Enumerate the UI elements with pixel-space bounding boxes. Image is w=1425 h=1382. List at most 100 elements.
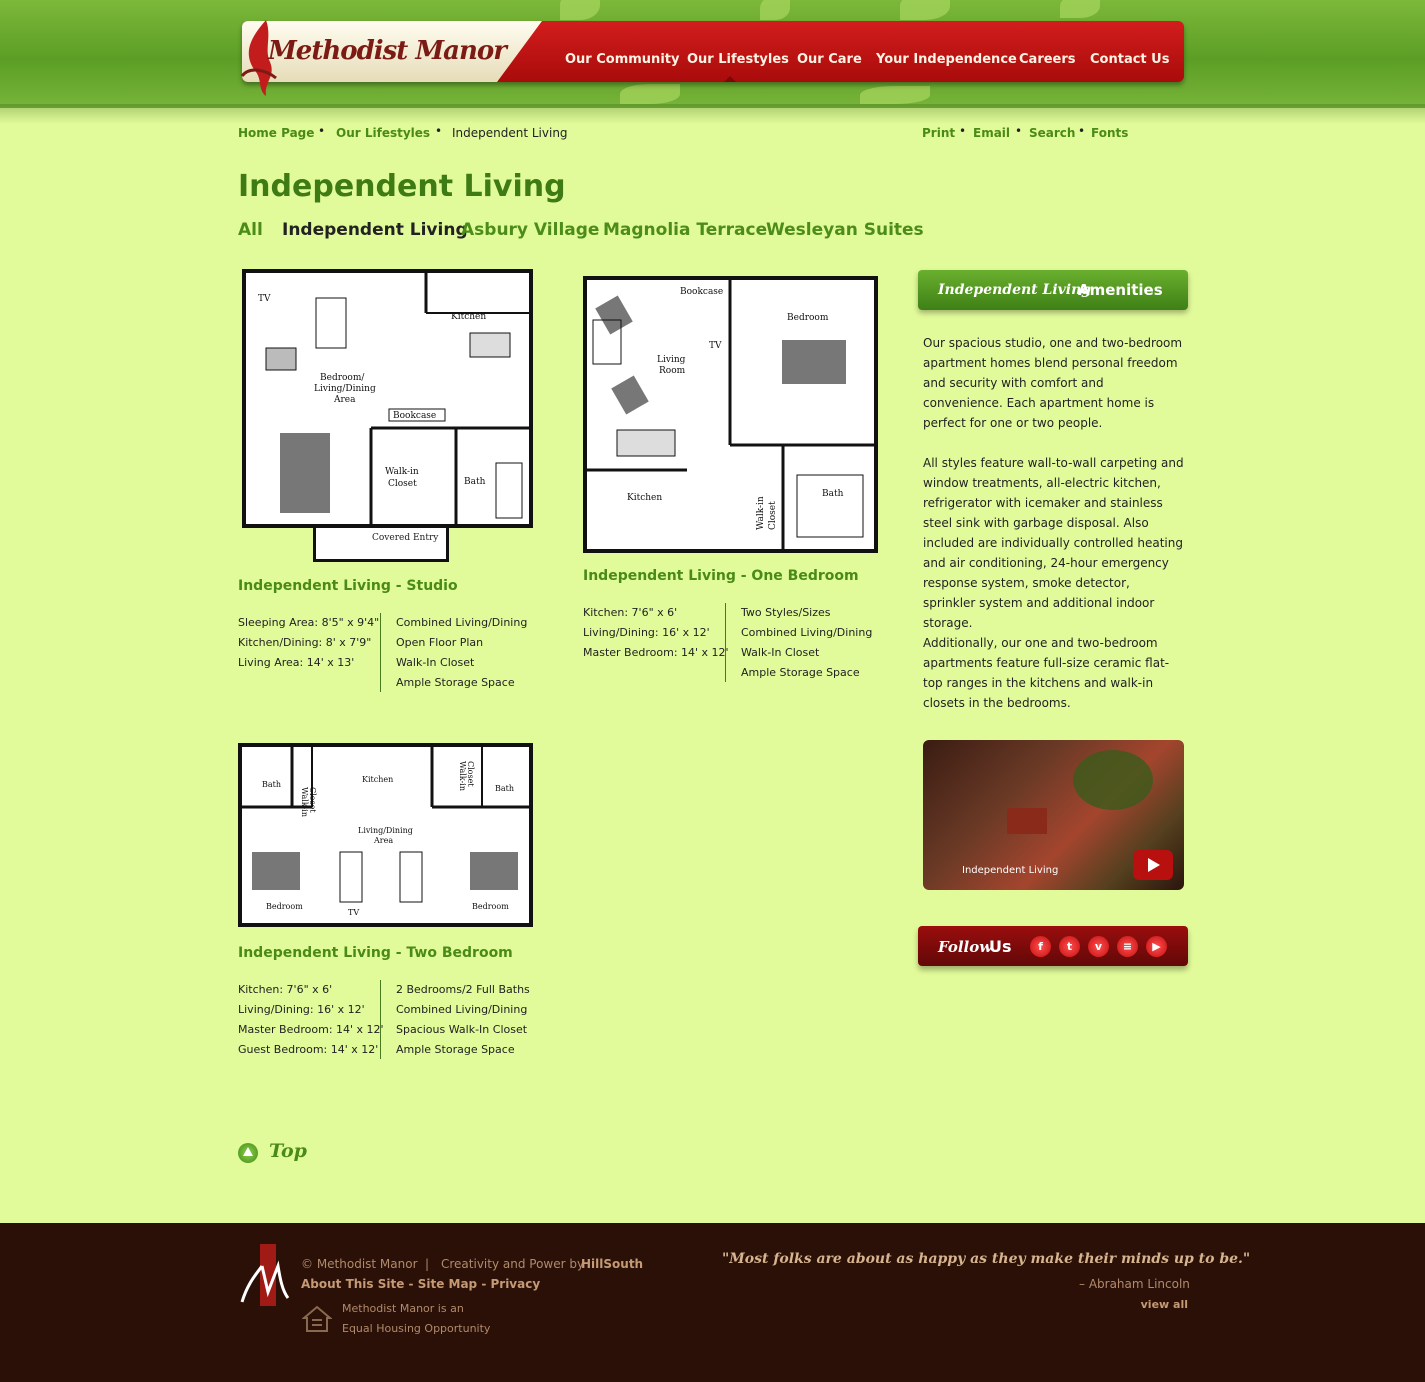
room-label: Closet bbox=[308, 787, 317, 813]
play-icon[interactable] bbox=[1133, 850, 1173, 880]
room-label: Walk-in bbox=[385, 467, 419, 477]
room-label: Bookcase bbox=[680, 287, 723, 297]
room-label: Bookcase bbox=[393, 411, 436, 421]
room-label: Area bbox=[373, 836, 393, 845]
room-label: Closet bbox=[768, 501, 778, 530]
room-label: Bedroom bbox=[266, 902, 303, 911]
room-label: Kitchen bbox=[451, 312, 486, 322]
room-label: Bedroom bbox=[787, 313, 829, 323]
room-label: Bath bbox=[822, 489, 844, 499]
plan-features: 2 Bedrooms/2 Full Baths Combined Living/D… bbox=[396, 983, 530, 1056]
vimeo-icon[interactable]: v bbox=[1088, 936, 1109, 957]
footer-copyright: © Methodist Manor bbox=[301, 1257, 418, 1271]
quote-author: – Abraham Lincoln bbox=[1079, 1277, 1190, 1291]
room-label: Living/Dining bbox=[314, 384, 376, 394]
amenities-paragraph: Our spacious studio, one and two-bedroom… bbox=[923, 336, 1183, 430]
floor-plan-one-bedroom[interactable]: Bookcase Bedroom Living Room TV Kitchen … bbox=[583, 276, 878, 553]
nav-our-lifestyles[interactable]: Our Lifestyles bbox=[687, 52, 789, 67]
room-label: Area bbox=[333, 395, 356, 405]
eho-line-1: Methodist Manor is an bbox=[342, 1302, 464, 1315]
spec-divider bbox=[725, 603, 726, 682]
plan-title-one-bedroom[interactable]: Independent Living - One Bedroom bbox=[583, 568, 859, 584]
utility-separator: • bbox=[959, 124, 967, 138]
covered-entry: Covered Entry bbox=[313, 528, 449, 562]
tab-independent-living[interactable]: Independent Living bbox=[282, 220, 468, 240]
search-link[interactable]: Search bbox=[1029, 126, 1075, 140]
nav-contact-us[interactable]: Contact Us bbox=[1090, 52, 1169, 67]
email-link[interactable]: Email bbox=[973, 126, 1010, 140]
tree-decoration bbox=[1073, 750, 1153, 810]
video-label: Independent Living bbox=[962, 865, 1059, 876]
fonts-link[interactable]: Fonts bbox=[1091, 126, 1128, 140]
plan-dimensions: Kitchen: 7'6" x 6' Living/Dining: 16' x 1… bbox=[583, 606, 729, 659]
youtube-icon[interactable]: ▶ bbox=[1146, 936, 1167, 957]
room-label: Kitchen bbox=[362, 775, 393, 784]
print-link[interactable]: Print bbox=[922, 126, 955, 140]
hillsouth-link[interactable]: HillSouth bbox=[581, 1257, 643, 1271]
arrow-up-icon[interactable] bbox=[238, 1143, 258, 1163]
spec-divider bbox=[380, 980, 381, 1059]
tab-all[interactable]: All bbox=[238, 220, 263, 240]
room-label: Living/Dining bbox=[358, 826, 413, 835]
page-title: Independent Living bbox=[238, 169, 566, 204]
facebook-icon[interactable]: f bbox=[1030, 936, 1051, 957]
tab-magnolia-terrace[interactable]: Magnolia Terrace bbox=[603, 220, 767, 240]
room-label: Walk-in bbox=[458, 761, 467, 791]
leaf-decoration bbox=[760, 0, 790, 20]
room-label: Living bbox=[657, 355, 686, 365]
nav-active-indicator bbox=[724, 76, 736, 82]
plan-features: Two Styles/Sizes Combined Living/Dining Wa… bbox=[741, 606, 873, 679]
nav-our-care[interactable]: Our Care bbox=[797, 52, 862, 67]
twitter-icon[interactable]: t bbox=[1059, 936, 1080, 957]
footer-separator: | bbox=[425, 1257, 430, 1271]
breadcrumb-our-lifestyles[interactable]: Our Lifestyles bbox=[336, 126, 430, 140]
leaf-decoration bbox=[1060, 0, 1100, 18]
follow-heading-em: Follow bbox=[938, 938, 993, 956]
room-label: Closet bbox=[466, 761, 475, 787]
plan-title-studio[interactable]: Independent Living - Studio bbox=[238, 578, 458, 594]
amenities-paragraph: Additionally, our one and two-bedroom ap… bbox=[923, 636, 1170, 710]
footer-quote: "Most folks are about as happy as they m… bbox=[722, 1251, 1251, 1267]
room-label: Bedroom bbox=[472, 902, 509, 911]
room-label: TV bbox=[709, 341, 722, 351]
nav-our-community[interactable]: Our Community bbox=[565, 52, 679, 67]
room-label: TV bbox=[258, 294, 271, 304]
leaf-decoration bbox=[860, 86, 930, 104]
footer-credit: Creativity and Power by bbox=[441, 1257, 585, 1271]
breadcrumb-home[interactable]: Home Page bbox=[238, 126, 314, 140]
floor-plan-two-bedroom[interactable]: Bath Walk-in Closet Kitchen Walk-in Clos… bbox=[238, 743, 533, 927]
nav-careers[interactable]: Careers bbox=[1019, 52, 1076, 67]
amenities-paragraph: All styles feature wall-to-wall carpetin… bbox=[923, 456, 1184, 630]
nav-your-independence[interactable]: Your Independence bbox=[876, 52, 1017, 67]
tab-asbury-village[interactable]: Asbury Village bbox=[461, 220, 599, 240]
footer-links[interactable]: About This Site - Site Map - Privacy bbox=[301, 1277, 540, 1291]
leaf-decoration bbox=[620, 84, 680, 104]
room-label: Kitchen bbox=[627, 493, 662, 503]
breadcrumb-current: Independent Living bbox=[452, 126, 568, 140]
utility-separator: • bbox=[1078, 124, 1086, 138]
amenities-heading-em: Independent Living bbox=[938, 282, 1092, 298]
leaf-decoration bbox=[900, 0, 950, 20]
equal-housing-icon bbox=[302, 1305, 332, 1332]
footer-logo-icon[interactable] bbox=[238, 1242, 294, 1308]
tab-wesleyan-suites[interactable]: Wesleyan Suites bbox=[766, 220, 924, 240]
room-label: Bath bbox=[262, 780, 281, 789]
rss-icon[interactable]: ≡ bbox=[1117, 936, 1138, 957]
plan-features: Combined Living/Dining Open Floor Plan Wal… bbox=[396, 616, 528, 689]
room-label: Bedroom/ bbox=[320, 373, 365, 383]
room-label: Closet bbox=[388, 479, 417, 489]
floor-plan-studio[interactable]: TV Kitchen Bedroom/ Living/Dining Area B… bbox=[242, 269, 533, 528]
logo-text[interactable]: Methodist Manor bbox=[268, 36, 507, 66]
spec-divider bbox=[380, 613, 381, 692]
room-label: Room bbox=[659, 366, 686, 376]
room-label: TV bbox=[348, 908, 359, 917]
breadcrumb-separator: • bbox=[435, 124, 443, 138]
eho-line-2: Equal Housing Opportunity bbox=[342, 1322, 491, 1335]
room-label: Walk-in bbox=[300, 787, 309, 817]
back-to-top-link[interactable]: Top bbox=[269, 1140, 307, 1162]
utility-separator: • bbox=[1015, 124, 1023, 138]
view-all-link[interactable]: view all bbox=[1140, 1298, 1188, 1311]
plan-title-two-bedroom[interactable]: Independent Living - Two Bedroom bbox=[238, 945, 513, 961]
site-footer bbox=[0, 1223, 1425, 1382]
plan-dimensions: Kitchen: 7'6" x 6' Living/Dining: 16' x 1… bbox=[238, 983, 384, 1056]
